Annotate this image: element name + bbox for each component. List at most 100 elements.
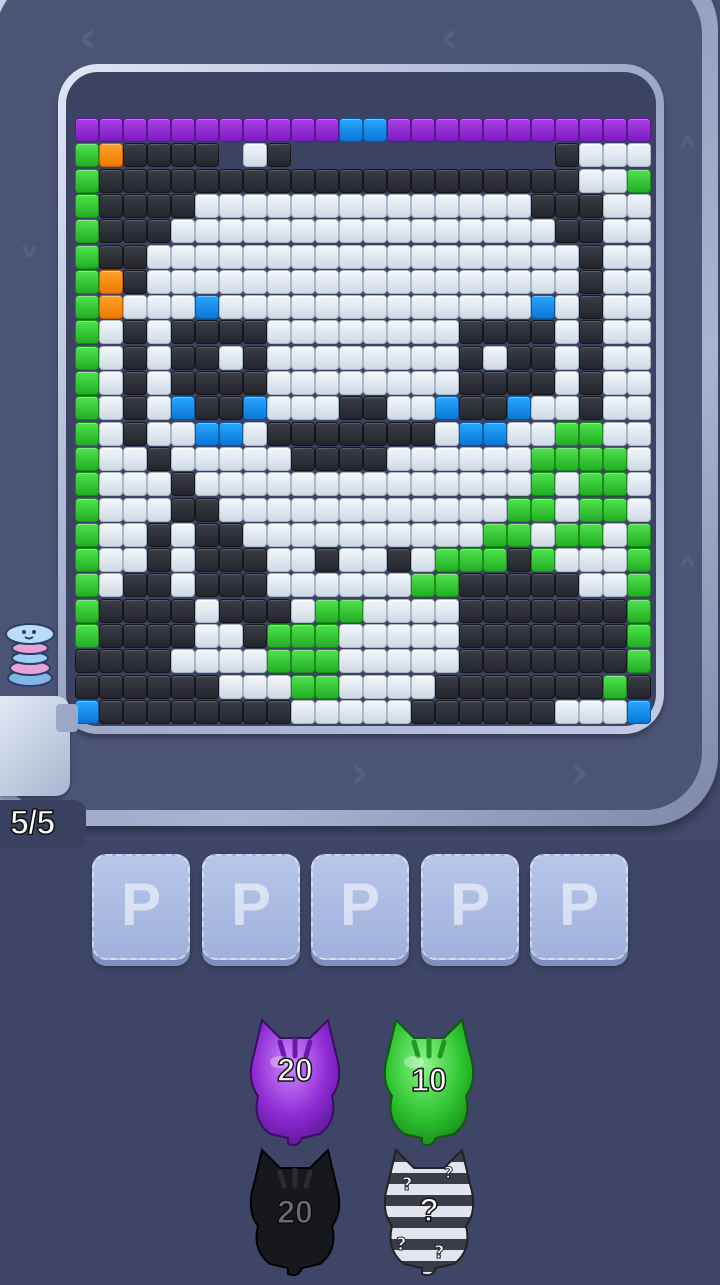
pixel-block: [507, 396, 531, 421]
pixel-block: [291, 699, 315, 724]
pixel-block: [363, 497, 387, 522]
pixel-block: [99, 674, 123, 699]
pixel-block: [435, 193, 459, 218]
pixel-block: [291, 118, 315, 142]
pixel-block: [267, 371, 291, 395]
pixel-block: [291, 472, 315, 497]
pixel-block: [123, 573, 147, 598]
pixel-block: [507, 497, 531, 522]
pixel-block: [267, 624, 291, 648]
pixel-block: [171, 396, 195, 421]
pixel-block: [555, 598, 579, 623]
queue-slot-5[interactable]: P: [530, 854, 628, 960]
track-arrow-icon: ‹: [440, 10, 459, 64]
pixel-block: [171, 295, 195, 320]
pixel-block: [315, 573, 339, 598]
pixel-block: [459, 699, 483, 724]
cat-count: 10: [410, 1061, 447, 1099]
pixel-block: [483, 168, 507, 193]
black-cat-shooter[interactable]: 20: [240, 1140, 350, 1280]
pixel-block: [267, 168, 291, 193]
pixel-block: [627, 446, 651, 471]
pixel-block: [531, 624, 555, 648]
pixel-block: [555, 345, 579, 370]
pixel-block: [603, 269, 627, 294]
pixel-block: [627, 371, 651, 395]
pixel-block: [291, 598, 315, 623]
pixel-block: [99, 573, 123, 598]
pixel-block: [363, 624, 387, 648]
pixel-block: [435, 674, 459, 699]
pixel-block: [579, 371, 603, 395]
queue-slot-1[interactable]: P: [92, 854, 190, 960]
pixel-block: [483, 573, 507, 598]
pixel-block: [291, 345, 315, 370]
pixel-block: [459, 396, 483, 421]
queue-slot-2[interactable]: P: [202, 854, 300, 960]
pixel-block: [147, 624, 171, 648]
pixel-block: [531, 497, 555, 522]
pixel-block: [435, 118, 459, 142]
pixel-block: [459, 446, 483, 471]
pixel-block: [75, 193, 99, 218]
pixel-block: [387, 573, 411, 598]
pixel-block: [123, 497, 147, 522]
pixel-block: [267, 219, 291, 244]
pixel-block: [483, 421, 507, 446]
pixel-block: [75, 244, 99, 269]
queue-slot-3[interactable]: P: [311, 854, 409, 960]
pixel-block: [219, 649, 243, 674]
pixel-block: [363, 522, 387, 547]
pixel-block: [411, 345, 435, 370]
green-cat-shooter[interactable]: 10: [374, 1010, 484, 1150]
pixel-block: [147, 548, 171, 573]
cat-count: ?: [418, 1191, 439, 1229]
pixel-block: [267, 699, 291, 724]
mystery-cat-shooter[interactable]: ? ? ? ? ?: [374, 1140, 484, 1280]
pixel-block: [387, 345, 411, 370]
pixel-block: [531, 118, 555, 142]
pixel-block: [147, 649, 171, 674]
pixel-block: [579, 143, 603, 168]
pixel-block: [195, 396, 219, 421]
pixel-block: [195, 421, 219, 446]
pixel-block: [339, 624, 363, 648]
pixel-block: [387, 295, 411, 320]
pixel-block: [531, 446, 555, 471]
pixel-block: [75, 573, 99, 598]
pixel-block: [171, 269, 195, 294]
pixel-block: [291, 421, 315, 446]
pixel-block: [363, 649, 387, 674]
pixel-block: [555, 118, 579, 142]
pixel-block: [99, 421, 123, 446]
pixel-block: [507, 269, 531, 294]
purple-cat-shooter[interactable]: 20: [240, 1010, 350, 1150]
pixel-block: [75, 472, 99, 497]
pixel-block: [147, 219, 171, 244]
pixel-block: [363, 573, 387, 598]
pixel-block: [267, 295, 291, 320]
pixel-block: [579, 624, 603, 648]
pixel-block: [243, 472, 267, 497]
pixel-block: [219, 269, 243, 294]
pixel-block: [243, 118, 267, 142]
pixel-block: [435, 168, 459, 193]
pixel-block: [483, 320, 507, 345]
pixel-block: [123, 598, 147, 623]
pixel-block: [75, 624, 99, 648]
pixel-block: [267, 345, 291, 370]
pixel-block: [555, 269, 579, 294]
pixel-block: [291, 168, 315, 193]
pixel-block: [339, 649, 363, 674]
pixel-block: [531, 522, 555, 547]
pixel-block: [363, 269, 387, 294]
pixel-block: [579, 446, 603, 471]
pixel-block: [459, 598, 483, 623]
queue-slot-4[interactable]: P: [421, 854, 519, 960]
pixel-block: [99, 548, 123, 573]
pixel-block: [483, 345, 507, 370]
pixel-block: [411, 472, 435, 497]
pixel-block: [531, 295, 555, 320]
pixel-block: [507, 371, 531, 395]
pixel-block: [387, 244, 411, 269]
